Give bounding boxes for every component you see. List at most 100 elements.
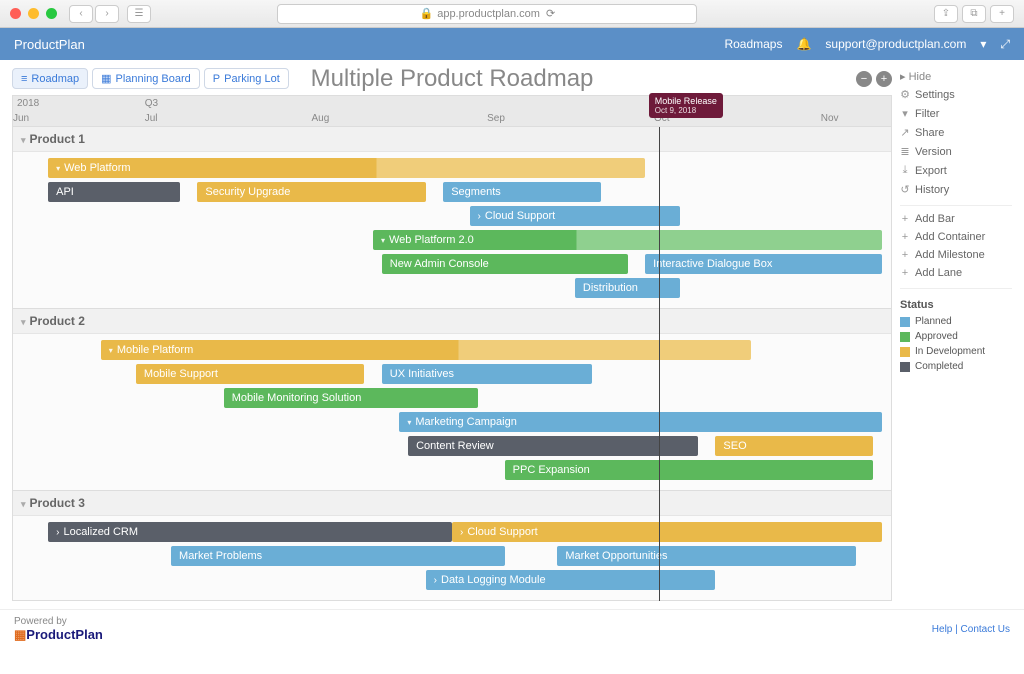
timeline-month: Jun — [13, 113, 29, 124]
roadmap-bar[interactable]: Segments — [443, 182, 601, 202]
roadmap-bar[interactable]: UX Initiatives — [382, 364, 593, 384]
new-tab-button[interactable]: + — [990, 5, 1014, 23]
roadmap-bar[interactable]: Mobile Support — [136, 364, 364, 384]
bar-row: API Security Upgrade Segments — [13, 182, 891, 204]
roadmap-bar[interactable]: Mobile Monitoring Solution — [224, 388, 479, 408]
expand-icon[interactable]: ⤢ — [1000, 37, 1010, 52]
share-button[interactable]: ⇪ — [934, 5, 958, 23]
roadmap-bar[interactable]: Distribution — [575, 278, 680, 298]
help-link[interactable]: Help — [932, 624, 953, 635]
back-button[interactable]: ‹ — [69, 5, 93, 23]
add-add-milestone[interactable]: +Add Milestone — [900, 246, 1012, 264]
add-add-container[interactable]: +Add Container — [900, 228, 1012, 246]
legend-approved: Approved — [900, 329, 1012, 344]
contact-link[interactable]: Contact Us — [961, 624, 1010, 635]
zoom-out-button[interactable]: − — [856, 71, 872, 87]
parking-icon: P — [213, 73, 220, 85]
footer-logo[interactable]: ▦ProductPlan — [14, 627, 103, 643]
tab-planning-board[interactable]: ▦Planning Board — [92, 68, 200, 89]
bar-row: New Admin Console Interactive Dialogue Bo… — [13, 254, 891, 276]
lock-icon: 🔒 — [420, 7, 434, 20]
hide-panel-button[interactable]: ▸ Hide — [900, 68, 1012, 85]
roadmap-bar[interactable]: Data Logging Module — [426, 570, 716, 590]
forward-button[interactable]: › — [95, 5, 119, 23]
bar-row: Market Problems Market Opportunities — [13, 546, 891, 568]
menu-history[interactable]: ↺History — [900, 180, 1012, 199]
menu-label: Version — [915, 146, 952, 158]
lane-header[interactable]: Product 2 — [13, 309, 891, 334]
container-bar[interactable]: Marketing Campaign — [399, 412, 882, 432]
roadmap-bar[interactable]: Cloud Support — [470, 206, 681, 226]
container-bar[interactable]: Web Platform 2.0 — [373, 230, 882, 250]
roadmap-bar[interactable]: Interactive Dialogue Box — [645, 254, 882, 274]
roadmap-bar[interactable]: PPC Expansion — [505, 460, 874, 480]
menu-label: Add Milestone — [915, 249, 985, 261]
roadmap-bar[interactable]: Market Opportunities — [557, 546, 856, 566]
bell-icon[interactable]: 🔔 — [796, 37, 811, 51]
window-controls[interactable] — [10, 8, 57, 19]
address-bar[interactable]: 🔒 app.productplan.com ⟳ — [277, 4, 697, 24]
board-icon: ▦ — [101, 72, 111, 85]
sidebar-button[interactable]: ☰ — [127, 5, 151, 23]
bar-row: Marketing Campaign — [13, 412, 891, 434]
lanes-container: Mobile Release Oct 9, 2018 Product 1Web … — [12, 127, 892, 601]
account-email[interactable]: support@productplan.com — [825, 37, 966, 51]
settings-icon: ⚙ — [900, 88, 910, 101]
container-bar[interactable]: Mobile Platform — [101, 340, 751, 360]
roadmap-bar[interactable]: Localized CRM — [48, 522, 452, 542]
legend-swatch — [900, 347, 910, 357]
version-icon: ≣ — [900, 145, 910, 158]
menu-label: Filter — [915, 108, 939, 120]
tabs-button[interactable]: ⧉ — [962, 5, 986, 23]
chevron-down-icon[interactable]: ▾ — [980, 37, 986, 51]
container-bar[interactable]: Web Platform — [48, 158, 645, 178]
legend-swatch — [900, 362, 910, 372]
menu-label: Add Lane — [915, 267, 962, 279]
add-add-lane[interactable]: + Add Lane — [900, 264, 1012, 282]
menu-settings[interactable]: ⚙Settings — [900, 85, 1012, 104]
legend-swatch — [900, 317, 910, 327]
today-line — [659, 127, 660, 601]
bar-row: Mobile Platform — [13, 340, 891, 362]
roadmap-bar[interactable]: New Admin Console — [382, 254, 628, 274]
bar-row: Distribution — [13, 278, 891, 300]
lane-header[interactable]: Product 1 — [13, 127, 891, 152]
legend-label: Approved — [915, 331, 958, 342]
roadmap-bar[interactable]: Security Upgrade — [197, 182, 425, 202]
bar-row: Data Logging Module — [13, 570, 891, 592]
nav-roadmaps[interactable]: Roadmaps — [724, 37, 782, 51]
add-add-bar[interactable]: +Add Bar — [900, 210, 1012, 228]
tab-parking-lot[interactable]: PParking Lot — [204, 68, 289, 89]
menu-version[interactable]: ≣ Version — [900, 142, 1012, 161]
timeline-year: 2018 — [17, 98, 39, 109]
roadmap-bar[interactable]: API — [48, 182, 180, 202]
reload-icon[interactable]: ⟳ — [546, 7, 555, 20]
close-icon[interactable] — [10, 8, 21, 19]
menu-label: Add Bar — [915, 213, 955, 225]
timeline-axis[interactable]: 2018 Q3Q4 JunJulAugSepOctNov — [12, 95, 892, 127]
menu-share[interactable]: ↗Share — [900, 123, 1012, 142]
footer: Powered by ▦ProductPlan Help | Contact U… — [0, 609, 1024, 649]
roadmap-bar[interactable]: Content Review — [408, 436, 698, 456]
roadmap-bar[interactable]: Market Problems — [171, 546, 505, 566]
milestone-marker[interactable]: Mobile Release Oct 9, 2018 — [649, 93, 723, 118]
menu-export[interactable]: ⤓Export — [900, 161, 1012, 180]
legend-swatch — [900, 332, 910, 342]
lane: Product 1 Web Platform API Security Upgrade… — [12, 127, 892, 309]
menu-label: Add Container — [915, 231, 985, 243]
brand[interactable]: ProductPlan — [14, 37, 85, 52]
timeline-month: Sep — [487, 113, 505, 124]
roadmap-bar[interactable]: SEO — [715, 436, 873, 456]
share-icon: ↗ — [900, 126, 910, 139]
add-lane-icon: + — [900, 267, 910, 279]
fullscreen-icon[interactable] — [46, 8, 57, 19]
menu-filter[interactable]: ▾Filter — [900, 104, 1012, 123]
minimize-icon[interactable] — [28, 8, 39, 19]
status-heading: Status — [900, 299, 1012, 311]
tab-roadmap[interactable]: ≡Roadmap — [12, 68, 88, 89]
zoom-in-button[interactable]: + — [876, 71, 892, 87]
bar-row: Content Review SEO — [13, 436, 891, 458]
menu-label: History — [915, 184, 949, 196]
roadmap-bar[interactable]: Cloud Support — [452, 522, 882, 542]
lane-header[interactable]: Product 3 — [13, 491, 891, 516]
